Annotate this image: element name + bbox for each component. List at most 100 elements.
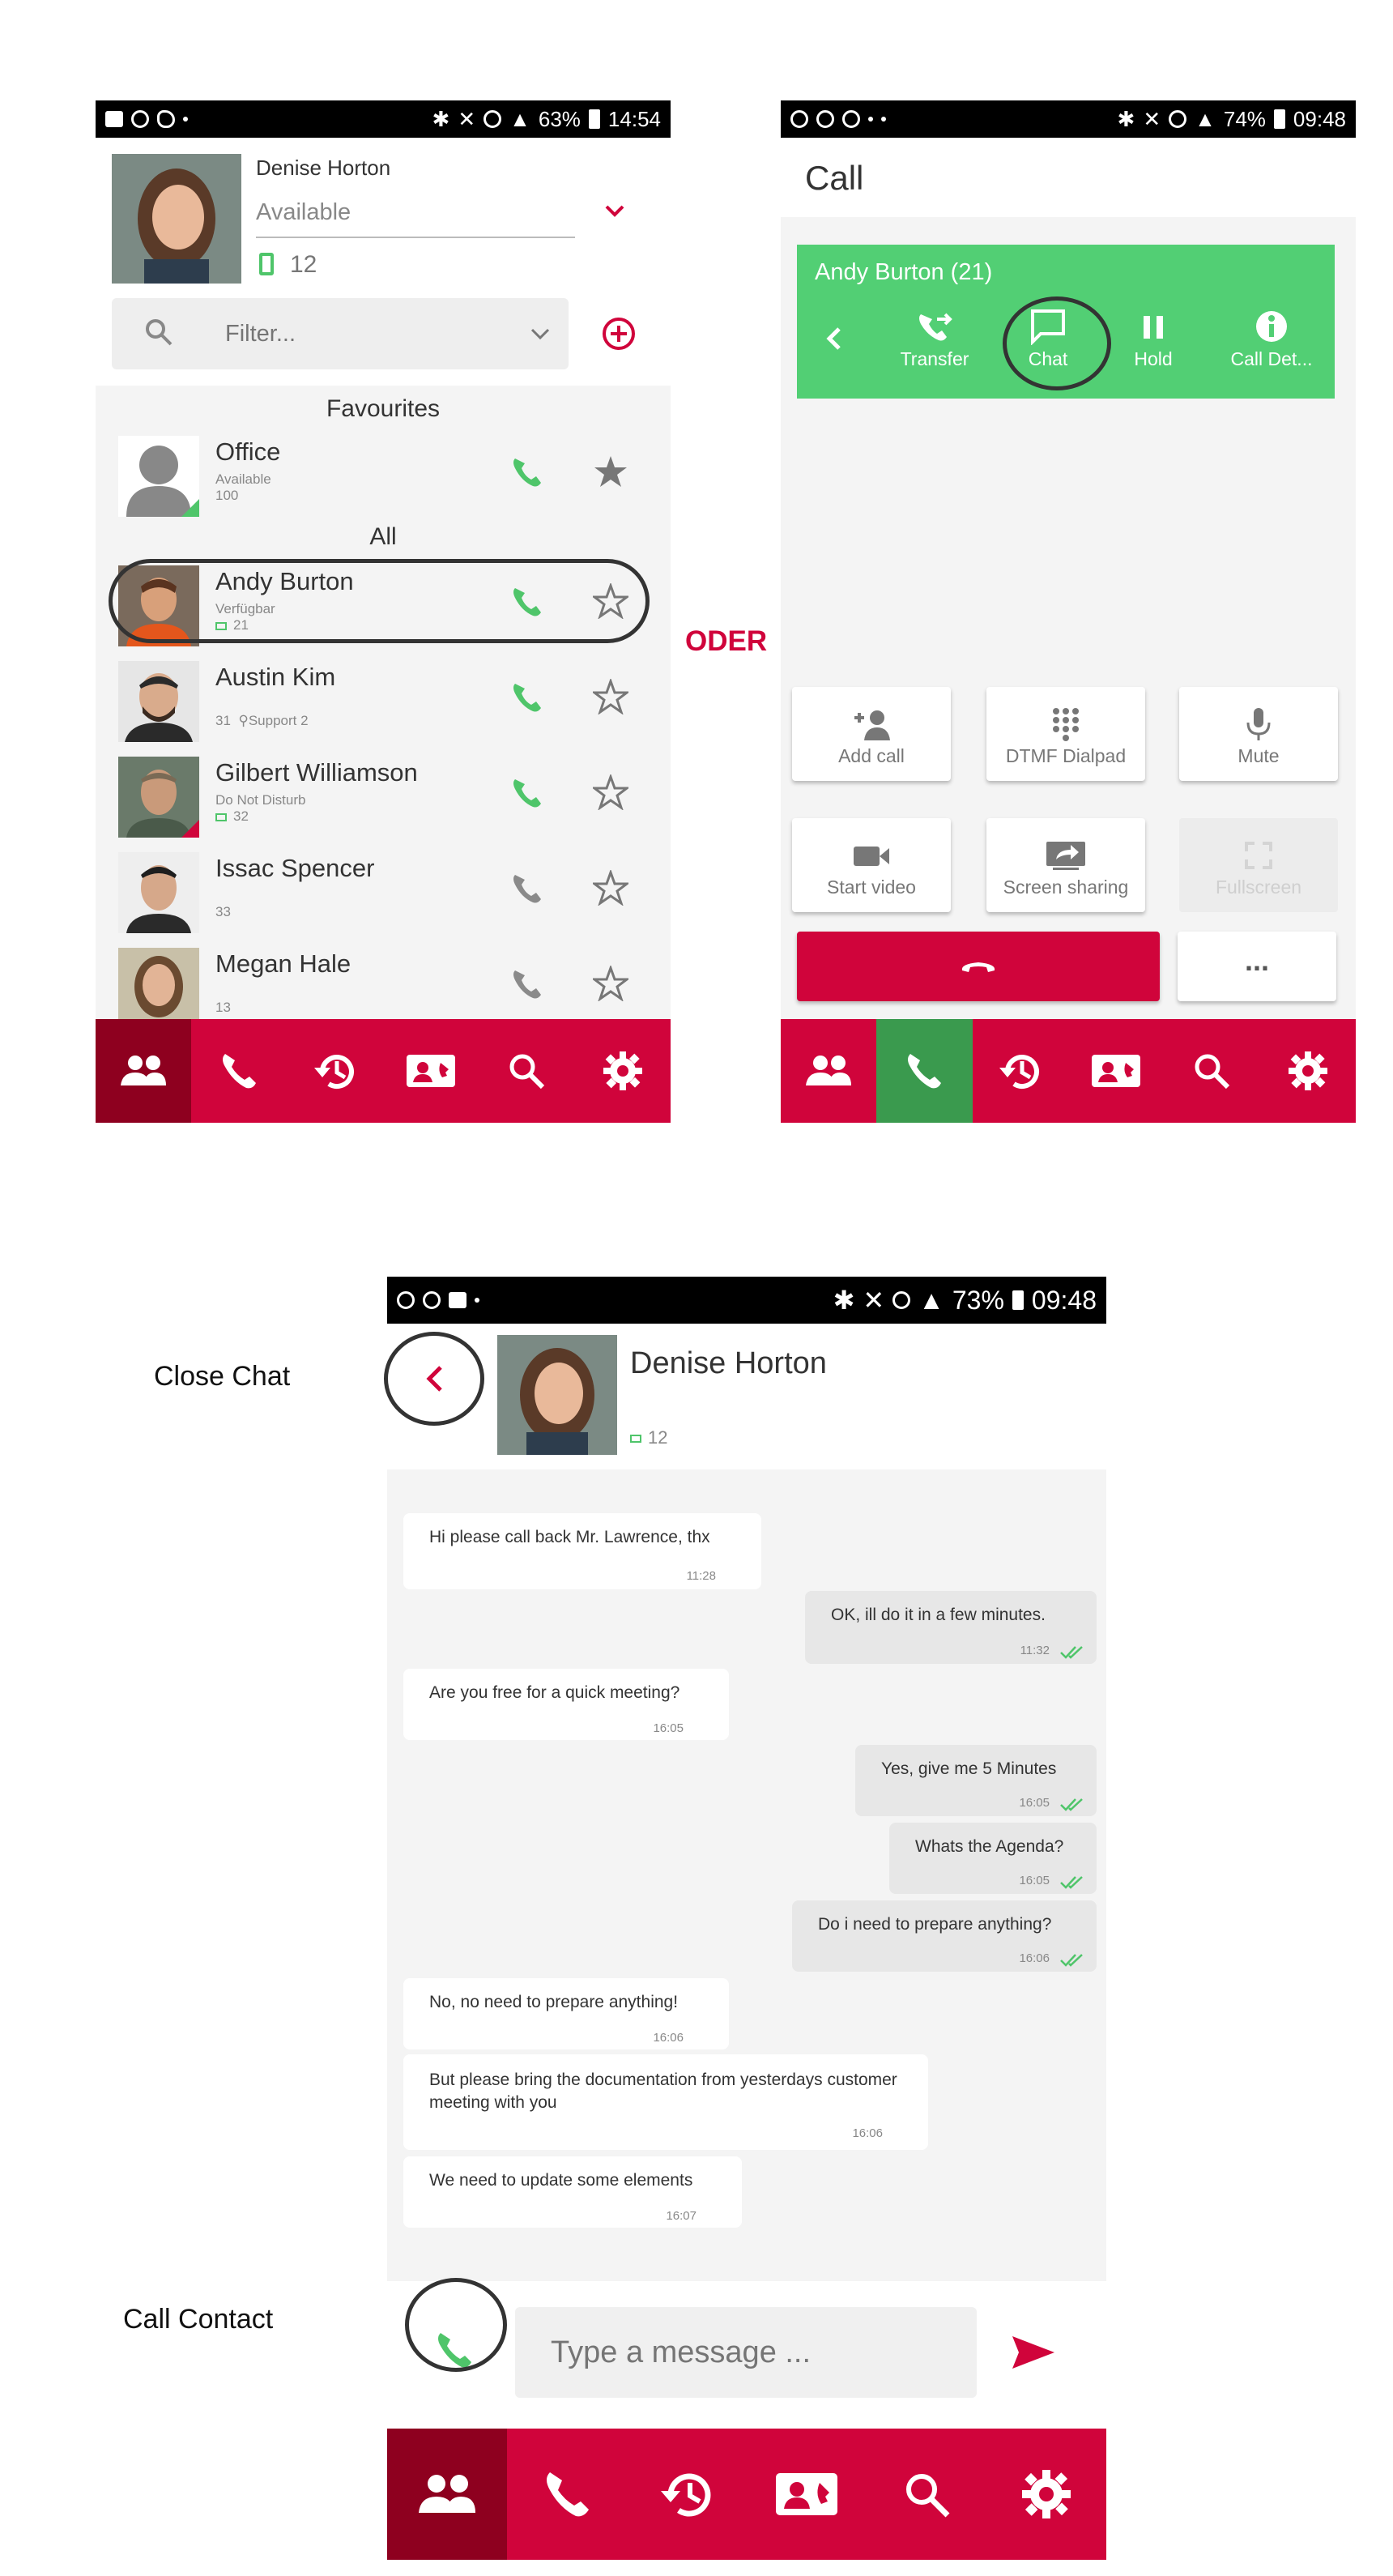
mobile-icon <box>259 253 274 275</box>
call-details-label: Call Det... <box>1230 348 1313 369</box>
favourites-heading: Favourites <box>326 395 441 422</box>
contact-name: Denise Horton <box>630 1346 827 1380</box>
nav-contact-card[interactable] <box>747 2429 867 2560</box>
nav-history[interactable] <box>973 1019 1068 1123</box>
nav-settings[interactable] <box>1260 1019 1356 1123</box>
bluetooth-icon: ✱ <box>833 1286 855 1315</box>
star-outline-icon[interactable] <box>593 966 628 1001</box>
list-item[interactable]: Gilbert Williamson Do Not Disturb 32 <box>96 752 671 847</box>
contact-extension: 32 <box>215 808 249 825</box>
add-contact-icon[interactable] <box>601 316 637 352</box>
dtmf-dialpad-button[interactable]: DTMF Dialpad <box>986 687 1145 781</box>
nav-contact-card[interactable] <box>383 1019 479 1123</box>
contact-name: Gilbert Williamson <box>215 758 418 787</box>
filter-box[interactable] <box>112 298 569 369</box>
mute-icon: ✕ <box>863 1286 885 1315</box>
phone-icon <box>542 2469 592 2519</box>
add-call-button[interactable]: Add call <box>792 687 951 781</box>
hold-button[interactable]: Hold <box>1097 308 1210 370</box>
message-bubble-incoming: Are you free for a quick meeting? 16:05 <box>403 1669 729 1740</box>
message-text: No, no need to prepare anything! <box>429 1993 679 2011</box>
clock: 09:48 <box>1293 106 1346 131</box>
nav-search[interactable] <box>479 1019 574 1123</box>
hangup-button[interactable] <box>797 932 1160 1001</box>
history-icon <box>313 1050 358 1092</box>
phone-icon[interactable] <box>509 966 544 1001</box>
contact-extension: 13 <box>215 1000 231 1015</box>
contact-avatar <box>497 1335 617 1455</box>
contact-status: Do Not Disturb <box>215 792 306 808</box>
filter-input[interactable] <box>225 316 492 352</box>
star-outline-icon[interactable] <box>593 774 628 810</box>
more-button[interactable]: ... <box>1178 932 1336 1001</box>
message-text: Hi please call back Mr. Lawrence, thx <box>429 1528 710 1546</box>
message-text: But please bring the documentation from … <box>429 2071 897 2112</box>
nav-history[interactable] <box>627 2429 747 2560</box>
twitter-icon <box>157 110 175 128</box>
mute-button[interactable]: Mute <box>1179 687 1338 781</box>
nav-search[interactable] <box>867 2429 986 2560</box>
user-avatar[interactable] <box>112 154 241 284</box>
list-item[interactable]: Office Available 100 <box>96 431 671 527</box>
hold-label: Hold <box>1134 348 1173 369</box>
message-time: 11:32 <box>1020 1644 1050 1657</box>
message-time: 16:06 <box>653 2031 684 2045</box>
sync-icon <box>423 1291 441 1309</box>
message-text: Do i need to prepare anything? <box>818 1915 1052 1934</box>
screen-sharing-label: Screen sharing <box>1003 876 1129 898</box>
message-bubble-incoming: We need to update some elements 16:07 <box>403 2156 742 2228</box>
nav-contacts[interactable] <box>781 1019 876 1123</box>
bluetooth-icon: ✱ <box>432 106 450 131</box>
nav-phone[interactable] <box>876 1019 973 1123</box>
nav-phone[interactable] <box>507 2429 627 2560</box>
nav-contact-card[interactable] <box>1068 1019 1164 1123</box>
send-icon[interactable] <box>1011 2335 1056 2370</box>
status-bar: ✱ ✕ ▲ 74% 09:48 <box>781 100 1356 138</box>
message-bubble-incoming: Hi please call back Mr. Lawrence, thx 11:… <box>403 1513 761 1589</box>
fullscreen-button[interactable]: Fullscreen <box>1179 818 1338 912</box>
start-video-label: Start video <box>827 876 916 898</box>
message-time: 16:05 <box>1019 1796 1050 1810</box>
list-item[interactable]: Issac Spencer 33 <box>96 847 671 943</box>
contact-status: Available <box>215 471 271 487</box>
nav-contacts[interactable] <box>96 1019 192 1123</box>
start-video-button[interactable]: Start video <box>792 818 951 912</box>
nav-settings[interactable] <box>986 2429 1106 2560</box>
phone-icon[interactable] <box>509 870 544 906</box>
filter-dropdown-icon[interactable] <box>530 327 551 342</box>
mute-label: Mute <box>1238 745 1280 766</box>
presence-status-select[interactable]: Available <box>256 199 351 226</box>
search-icon <box>507 1051 546 1090</box>
star-outline-icon[interactable] <box>593 870 628 906</box>
nav-phone[interactable] <box>191 1019 287 1123</box>
nav-contacts[interactable] <box>387 2429 507 2560</box>
nav-settings[interactable] <box>575 1019 671 1123</box>
phone-icon[interactable] <box>509 774 544 810</box>
signal-icon: ▲ <box>1195 106 1216 131</box>
message-input[interactable] <box>551 2331 939 2373</box>
phone-icon[interactable] <box>509 679 544 714</box>
nav-search[interactable] <box>1164 1019 1259 1123</box>
status-divider <box>256 237 575 238</box>
contact-extension-value: 31 <box>215 713 231 728</box>
message-input-box[interactable] <box>515 2307 977 2398</box>
back-chevron-icon[interactable] <box>826 326 842 352</box>
bottom-nav <box>781 1019 1356 1123</box>
screen-sharing-button[interactable]: Screen sharing <box>986 818 1145 912</box>
annotation-close-chat: Close Chat <box>154 1361 291 1392</box>
settings-icon <box>1021 2469 1071 2519</box>
star-outline-icon[interactable] <box>593 679 628 714</box>
star-filled-icon[interactable] <box>593 454 628 489</box>
chevron-down-icon[interactable] <box>604 204 625 219</box>
transfer-button[interactable]: Transfer <box>878 308 991 370</box>
clock: 14:54 <box>607 106 661 131</box>
nav-history[interactable] <box>288 1019 383 1123</box>
activity-icon <box>449 1292 466 1308</box>
fullscreen-icon <box>1179 834 1338 876</box>
settings-icon <box>603 1051 643 1091</box>
call-details-button[interactable]: Call Det... <box>1208 308 1335 370</box>
signal-icon: ▲ <box>918 1285 944 1315</box>
list-item[interactable]: Austin Kim 31 ⚲Support 2 <box>96 656 671 752</box>
phone-icon[interactable] <box>509 454 544 489</box>
highlight-chat <box>1003 296 1111 390</box>
